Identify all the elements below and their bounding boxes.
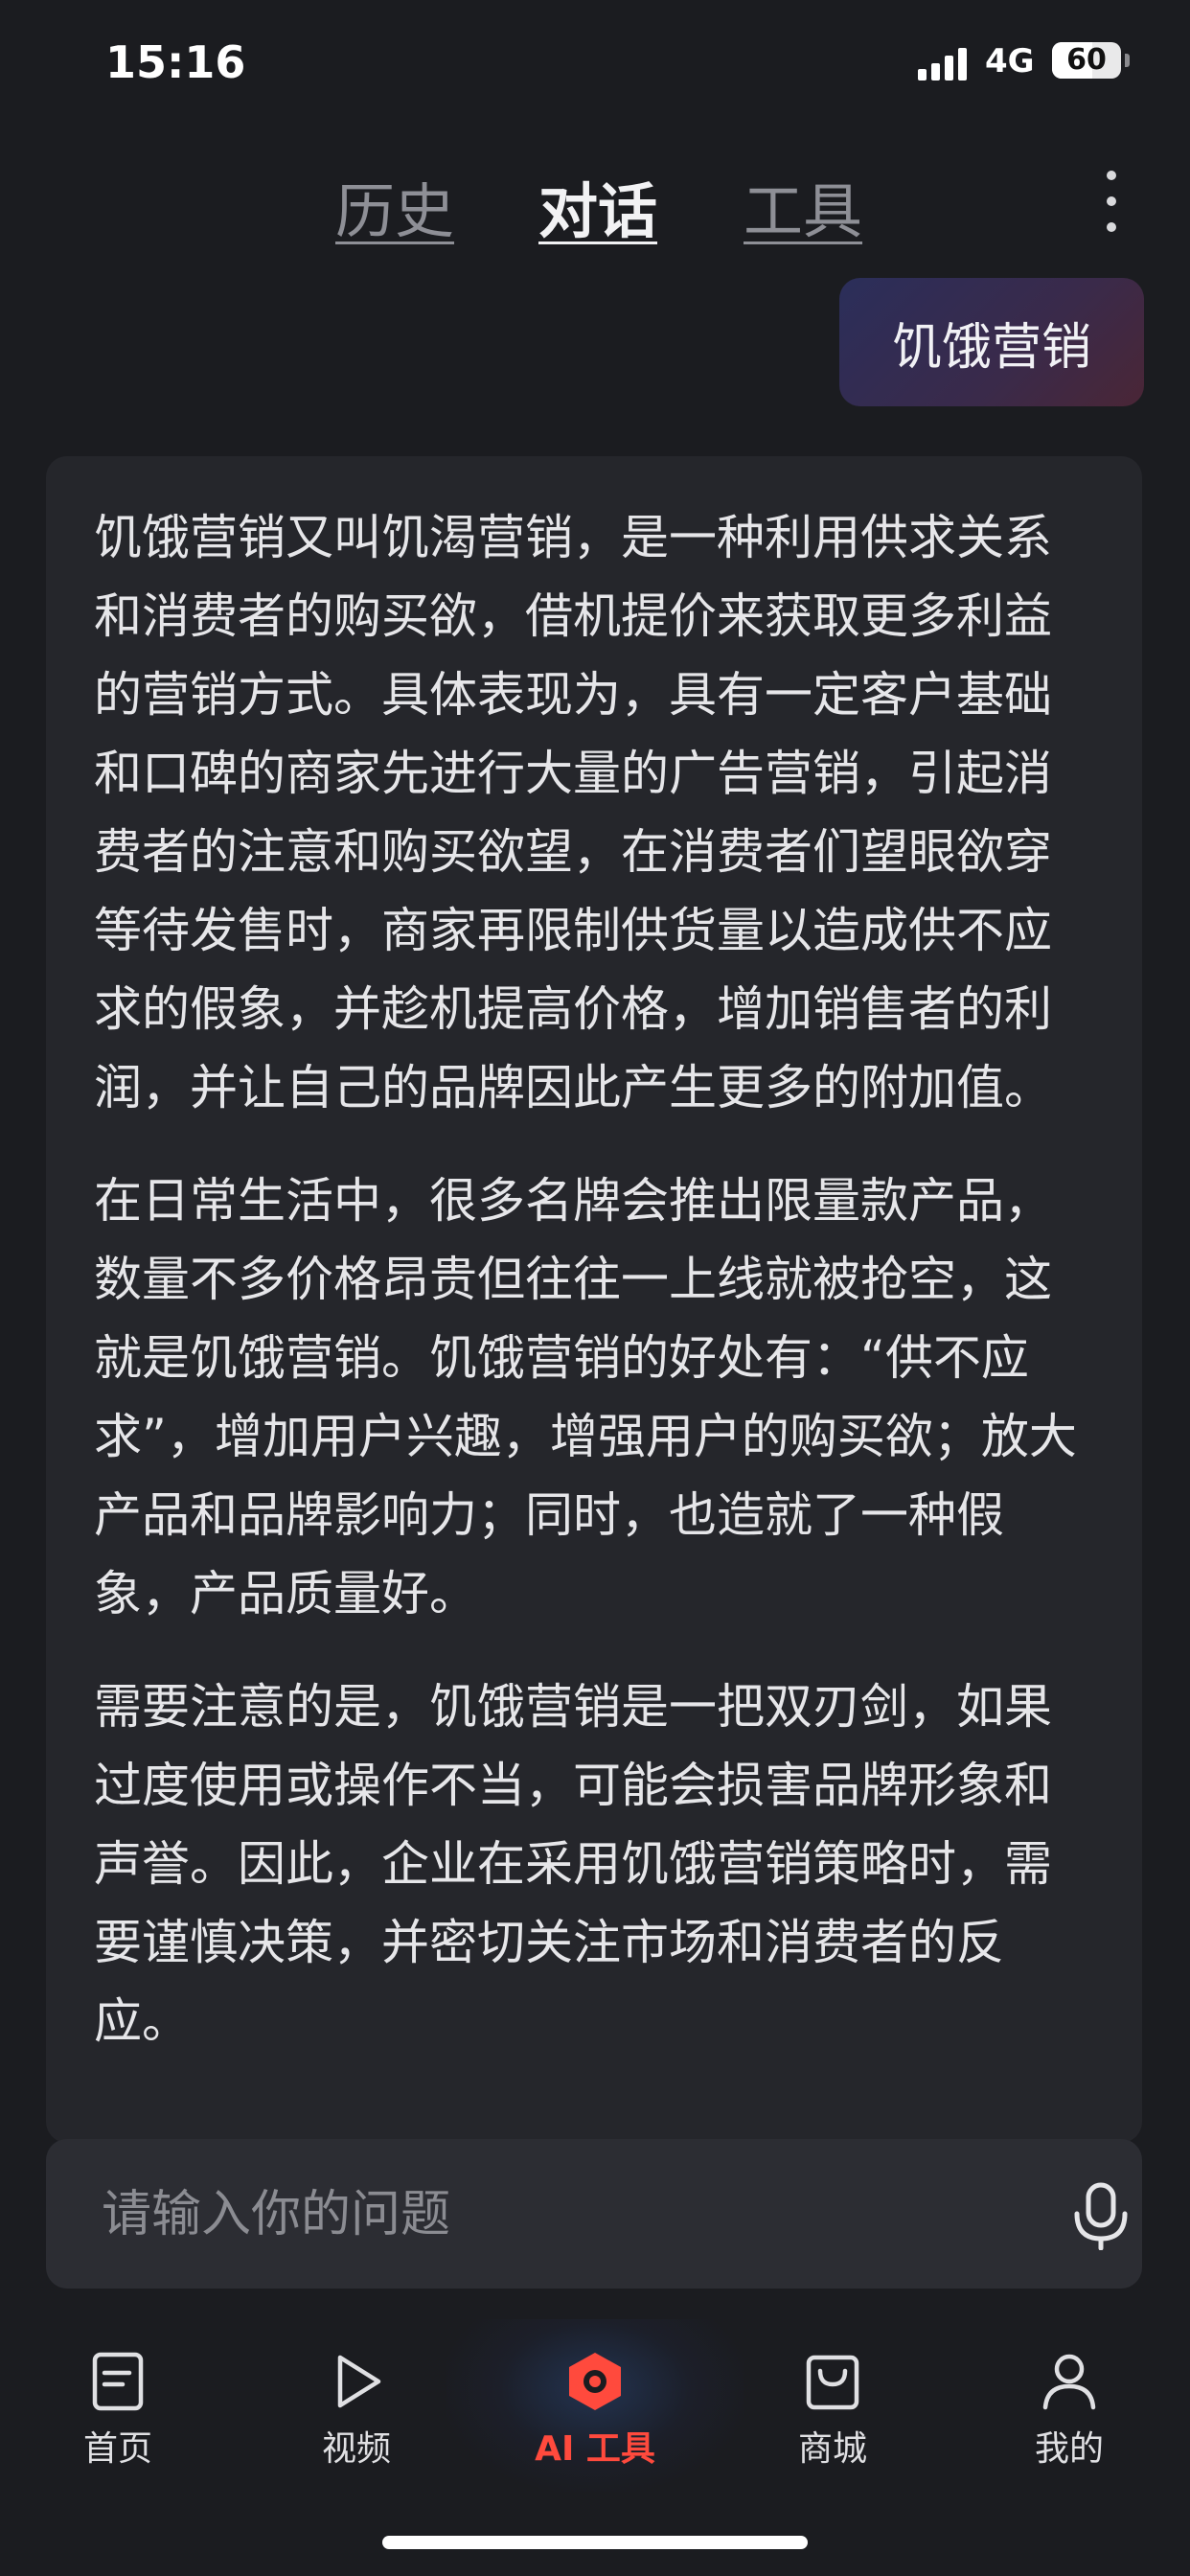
status-bar: 15:16 4G 60 [0,0,1190,134]
battery-icon: 60 [1052,42,1121,79]
answer-paragraph: 饥饿营销又叫饥渴营销，是一种利用供求关系和消费者的购买欲，借机提价来获取更多利益… [94,510,1052,1116]
question-input-bar [46,2139,1142,2288]
microphone-icon[interactable] [1067,2181,1134,2250]
document-icon [92,2352,144,2411]
nav-home[interactable]: 首页 [41,2350,195,2471]
more-options-icon[interactable] [1104,171,1119,232]
person-icon [1042,2354,1096,2410]
nav-label: AI 工具 [535,2429,655,2469]
ai-hexagon-icon [569,2353,621,2410]
question-input[interactable] [100,2175,966,2254]
nav-video[interactable]: 视频 [280,2350,433,2471]
play-icon [337,2355,381,2408]
nav-ai-tools[interactable]: AI 工具 [518,2350,672,2471]
nav-label: 视频 [321,2429,391,2469]
cellular-signal-icon [918,48,968,80]
answer-paragraph: 在日常生活中，很多名牌会推出限量款产品，数量不多价格昂贵但往往一上线就被抢空，这… [94,1173,1077,1622]
user-message-bubble: 饥饿营销 [839,278,1144,406]
ai-answer-card: 饥饿营销又叫饥渴营销，是一种利用供求关系和消费者的购买欲，借机提价来获取更多利益… [46,456,1142,2143]
battery-level: 60 [1066,43,1107,77]
network-type: 4G [985,42,1035,80]
answer-paragraph: 需要注意的是，饥饿营销是一把双刃剑，如果过度使用或操作不当，可能会损害品牌形象和… [94,1679,1052,2049]
nav-mall[interactable]: 商城 [756,2350,909,2471]
tab-tools[interactable]: 工具 [744,163,862,249]
status-time: 15:16 [105,36,246,88]
nav-label: 商城 [797,2429,867,2469]
top-tabs: 历史 对话 工具 [0,163,1190,259]
battery-cap [1125,54,1130,67]
tab-chat[interactable]: 对话 [538,163,657,249]
nav-mine[interactable]: 我的 [993,2350,1146,2471]
home-indicator[interactable] [382,2536,808,2549]
nav-label: 首页 [82,2429,152,2469]
nav-label: 我的 [1034,2429,1104,2469]
tab-history[interactable]: 历史 [335,163,454,249]
shopping-bag-icon [806,2355,859,2410]
